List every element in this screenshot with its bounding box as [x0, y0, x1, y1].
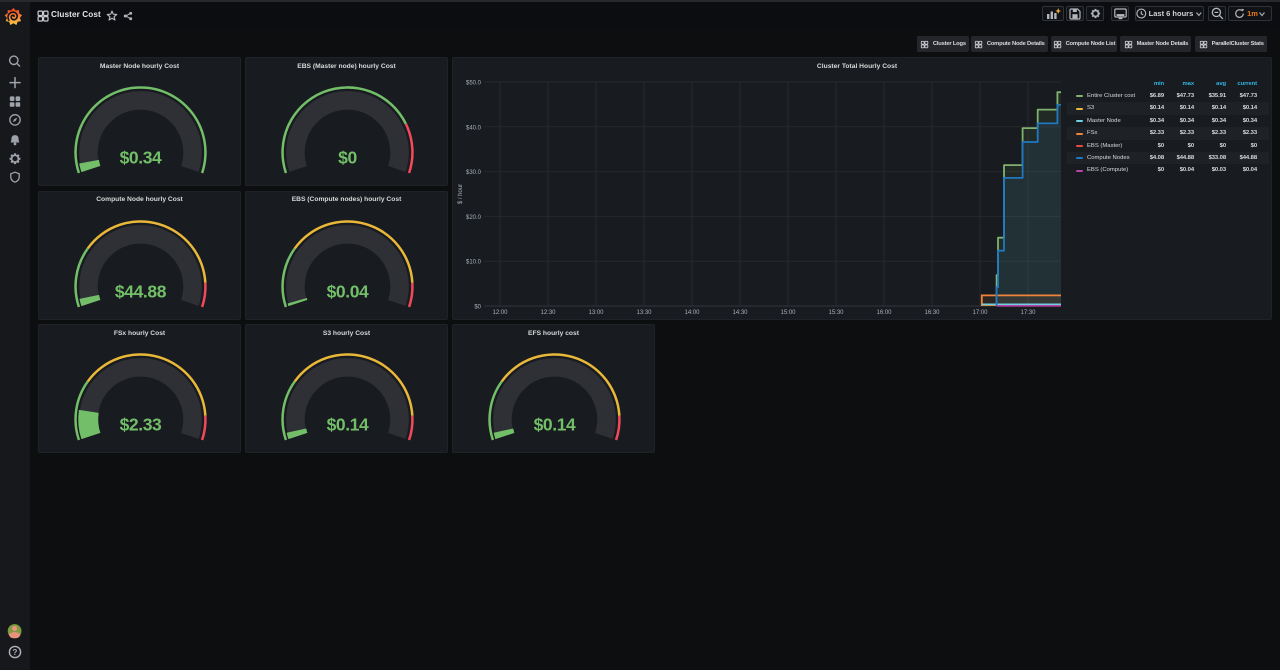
- svg-text:$50.0: $50.0: [466, 81, 482, 87]
- svg-text:$20.0: $20.0: [466, 215, 482, 221]
- svg-text:17:00: 17:00: [972, 310, 988, 316]
- svg-text:16:30: 16:30: [924, 310, 940, 316]
- svg-text:13:00: 13:00: [588, 310, 604, 316]
- svg-text:17:30: 17:30: [1020, 310, 1036, 316]
- svg-text:$30.0: $30.0: [466, 170, 482, 176]
- svg-text:13:30: 13:30: [636, 310, 652, 316]
- svg-text:$ / hour: $ / hour: [458, 184, 464, 204]
- svg-text:15:30: 15:30: [828, 310, 844, 316]
- svg-text:$0.14: $0.14: [534, 414, 576, 434]
- svg-text:16:00: 16:00: [876, 310, 892, 316]
- svg-text:$40.0: $40.0: [466, 125, 482, 131]
- svg-text:$44.88: $44.88: [115, 281, 167, 301]
- svg-text:14:30: 14:30: [732, 310, 748, 316]
- svg-text:?: ?: [13, 648, 18, 657]
- svg-text:15:00: 15:00: [780, 310, 796, 316]
- svg-text:$0.34: $0.34: [120, 147, 162, 167]
- svg-text:14:00: 14:00: [684, 310, 700, 316]
- svg-text:$0.14: $0.14: [327, 414, 369, 434]
- svg-text:12:30: 12:30: [540, 310, 556, 316]
- svg-text:$0.04: $0.04: [327, 281, 369, 301]
- svg-text:$0: $0: [338, 147, 357, 167]
- svg-text:12:00: 12:00: [492, 310, 508, 316]
- svg-text:$0: $0: [474, 305, 481, 311]
- svg-text:$10.0: $10.0: [466, 260, 482, 266]
- svg-text:$2.33: $2.33: [120, 414, 162, 434]
